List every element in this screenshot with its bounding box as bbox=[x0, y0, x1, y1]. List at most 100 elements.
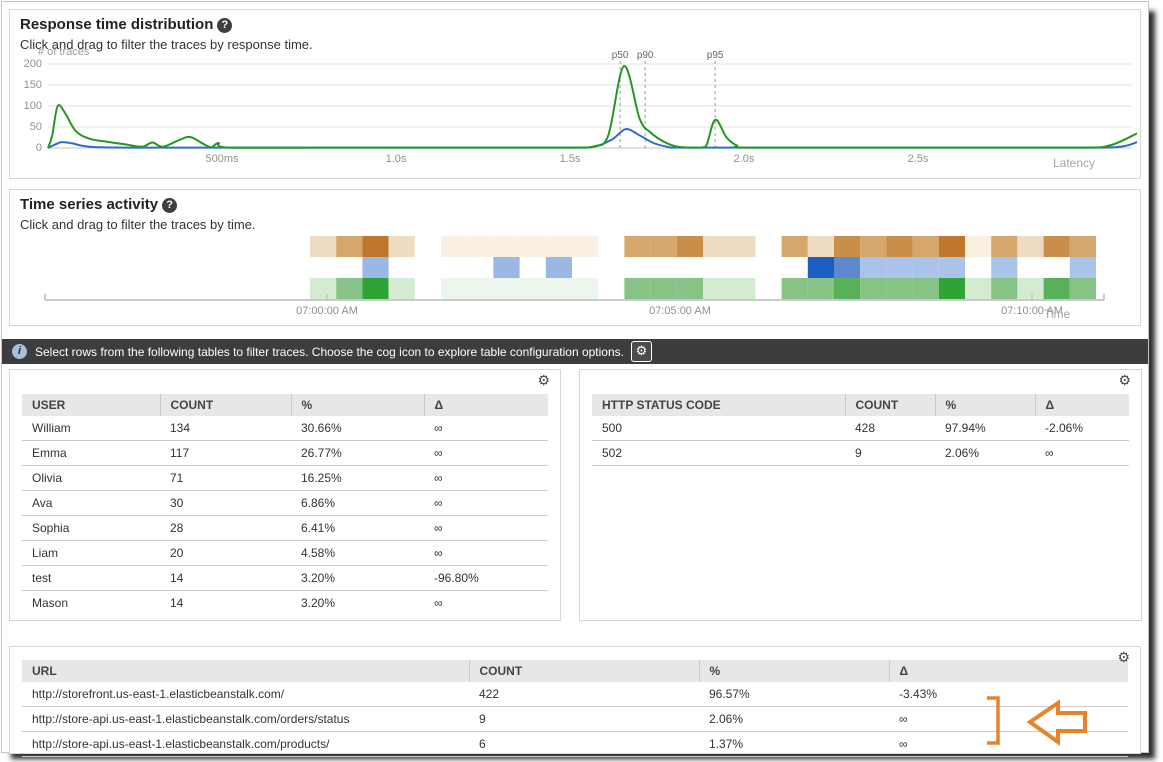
column-header: Δ bbox=[889, 660, 1128, 682]
heatmap-cell[interactable] bbox=[493, 257, 519, 278]
panel-title-text: Response time distribution bbox=[20, 16, 213, 33]
table-row[interactable]: 50292.06%∞ bbox=[592, 441, 1129, 466]
heatmap-cell[interactable] bbox=[886, 278, 912, 299]
heatmap-cell[interactable] bbox=[362, 257, 388, 278]
table-cell: -96.80% bbox=[424, 566, 548, 591]
heatmap-cell[interactable] bbox=[493, 236, 519, 257]
response-time-chart[interactable]: 050100150200500ms1.0s1.5s2.0s2.5sLatency… bbox=[12, 51, 1137, 173]
heatmap-cell[interactable] bbox=[677, 278, 703, 299]
heatmap-cell[interactable] bbox=[1044, 278, 1070, 299]
heatmap-cell[interactable] bbox=[389, 278, 415, 299]
table-row[interactable]: Liam204.58%∞ bbox=[22, 541, 548, 566]
table-header-row: URLCOUNT%Δ bbox=[22, 660, 1128, 682]
heatmap-cell[interactable] bbox=[860, 236, 886, 257]
table-row[interactable]: Sophia286.41%∞ bbox=[22, 516, 548, 541]
heatmap-cell[interactable] bbox=[336, 278, 362, 299]
table-clip: HTTP STATUS CODECOUNT%Δ50042897.94%-2.06… bbox=[592, 394, 1129, 466]
heatmap-cell[interactable] bbox=[624, 278, 650, 299]
heatmap-cell[interactable] bbox=[441, 236, 467, 257]
heatmap-cell[interactable] bbox=[362, 236, 388, 257]
table-row[interactable]: 50042897.94%-2.06% bbox=[592, 416, 1129, 441]
heatmap-cell[interactable] bbox=[939, 278, 965, 299]
gear-icon[interactable]: ⚙ bbox=[1118, 373, 1131, 387]
heatmap-cell[interactable] bbox=[965, 278, 991, 299]
gear-icon[interactable]: ⚙ bbox=[537, 373, 550, 387]
heatmap-cell[interactable] bbox=[703, 236, 729, 257]
heatmap-cell[interactable] bbox=[310, 278, 336, 299]
heatmap-cell[interactable] bbox=[520, 278, 546, 299]
heatmap-cell[interactable] bbox=[651, 236, 677, 257]
table-row[interactable]: Ava306.86%∞ bbox=[22, 491, 548, 516]
gear-icon[interactable]: ⚙ bbox=[631, 341, 652, 362]
heatmap-cell[interactable] bbox=[913, 257, 939, 278]
heatmap-cell[interactable] bbox=[336, 236, 362, 257]
heatmap-cell[interactable] bbox=[651, 278, 677, 299]
table-row[interactable]: Mason143.20%∞ bbox=[22, 591, 548, 609]
gear-icon[interactable]: ⚙ bbox=[1117, 650, 1130, 664]
heatmap-cell[interactable] bbox=[1070, 236, 1096, 257]
heatmap-cell[interactable] bbox=[1044, 236, 1070, 257]
heatmap-cell[interactable] bbox=[389, 236, 415, 257]
heatmap-cell[interactable] bbox=[860, 257, 886, 278]
help-icon[interactable]: ? bbox=[162, 198, 177, 213]
table-row[interactable]: http://storefront.us-east-1.elasticbeans… bbox=[22, 682, 1128, 707]
heatmap-cell[interactable] bbox=[546, 236, 572, 257]
heatmap-cell[interactable] bbox=[1070, 278, 1096, 299]
heatmap-cell[interactable] bbox=[520, 236, 546, 257]
heatmap-cell[interactable] bbox=[860, 278, 886, 299]
heatmap-cell[interactable] bbox=[624, 236, 650, 257]
table-row[interactable]: http://store-api.us-east-1.elasticbeanst… bbox=[22, 707, 1128, 732]
table-cell: ∞ bbox=[424, 541, 548, 566]
heatmap-cell[interactable] bbox=[572, 236, 598, 257]
heatmap-cell[interactable] bbox=[886, 257, 912, 278]
heatmap-cell[interactable] bbox=[1017, 236, 1043, 257]
heatmap-cell[interactable] bbox=[1070, 257, 1096, 278]
table-row[interactable]: Emma11726.77%∞ bbox=[22, 441, 548, 466]
heatmap-cell[interactable] bbox=[834, 257, 860, 278]
heatmap-cell[interactable] bbox=[677, 236, 703, 257]
heatmap-cell[interactable] bbox=[782, 278, 808, 299]
heatmap-cell[interactable] bbox=[310, 236, 336, 257]
heatmap-cell[interactable] bbox=[939, 257, 965, 278]
heatmap-cell[interactable] bbox=[782, 236, 808, 257]
table-cell: ∞ bbox=[424, 416, 548, 441]
heatmap-cell[interactable] bbox=[913, 278, 939, 299]
help-icon[interactable]: ? bbox=[217, 18, 232, 33]
heatmap-cell[interactable] bbox=[546, 257, 572, 278]
table-cell: 4.58% bbox=[291, 541, 424, 566]
heatmap-cell[interactable] bbox=[808, 236, 834, 257]
heatmap-cell[interactable] bbox=[572, 278, 598, 299]
time-series-heatmap[interactable]: 07:00:00 AM07:05:00 AM07:10:00 AMTime bbox=[12, 228, 1137, 323]
table-row[interactable]: test143.20%-96.80% bbox=[22, 566, 548, 591]
heatmap-cell[interactable] bbox=[362, 278, 388, 299]
heatmap-cell[interactable] bbox=[493, 278, 519, 299]
table-row[interactable]: William13430.66%∞ bbox=[22, 416, 548, 441]
heatmap-cell[interactable] bbox=[834, 236, 860, 257]
response-time-distribution-panel: Response time distribution? Click and dr… bbox=[9, 9, 1141, 179]
heatmap-cell[interactable] bbox=[808, 257, 834, 278]
heatmap-cell[interactable] bbox=[886, 236, 912, 257]
table-row[interactable]: http://store-api.us-east-1.elasticbeanst… bbox=[22, 732, 1128, 757]
info-icon: i bbox=[12, 344, 27, 359]
heatmap-cell[interactable] bbox=[991, 236, 1017, 257]
heatmap-cell[interactable] bbox=[467, 278, 493, 299]
heatmap-cell[interactable] bbox=[991, 278, 1017, 299]
heatmap-cell[interactable] bbox=[913, 236, 939, 257]
heatmap-cell[interactable] bbox=[1017, 278, 1043, 299]
table-cell: 30 bbox=[160, 491, 291, 516]
heatmap-cell[interactable] bbox=[834, 278, 860, 299]
y-tick-label: 0 bbox=[36, 142, 42, 154]
heatmap-cell[interactable] bbox=[965, 236, 991, 257]
heatmap-cell[interactable] bbox=[546, 278, 572, 299]
heatmap-cell[interactable] bbox=[467, 236, 493, 257]
heatmap-cell[interactable] bbox=[729, 236, 755, 257]
heatmap-cell[interactable] bbox=[441, 278, 467, 299]
heatmap-cell[interactable] bbox=[729, 278, 755, 299]
heatmap-cell[interactable] bbox=[808, 278, 834, 299]
table-row[interactable]: Olivia7116.25%∞ bbox=[22, 466, 548, 491]
x-tick-label: 07:05:00 AM bbox=[649, 305, 711, 317]
heatmap-cell[interactable] bbox=[991, 257, 1017, 278]
heatmap-cell[interactable] bbox=[703, 278, 729, 299]
table-cell: 6.86% bbox=[291, 491, 424, 516]
heatmap-cell[interactable] bbox=[939, 236, 965, 257]
